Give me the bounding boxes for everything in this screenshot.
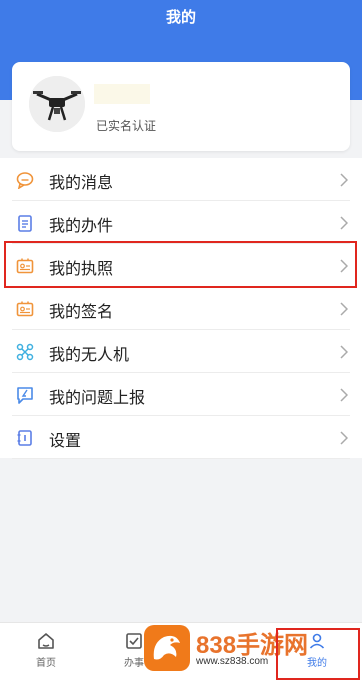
page-title: 我的 xyxy=(165,9,196,26)
chevron-right-icon xyxy=(340,302,348,316)
home-icon xyxy=(38,633,54,649)
checkbox-icon xyxy=(126,633,142,649)
menu-item-label: 设置 xyxy=(49,433,82,450)
watermark: 838手游网 www.sz838.com xyxy=(142,623,342,678)
avatar[interactable] xyxy=(29,76,85,132)
menu-item-label: 我的执照 xyxy=(49,261,114,278)
report-icon xyxy=(17,387,33,404)
user-name-placeholder xyxy=(94,84,150,104)
signature-icon xyxy=(16,301,34,317)
chevron-right-icon xyxy=(340,431,348,445)
menu-item-label: 我的无人机 xyxy=(49,347,130,364)
menu-item-label: 我的办件 xyxy=(49,218,114,235)
drone-icon xyxy=(16,343,34,361)
chevron-right-icon xyxy=(340,345,348,359)
menu-item-signature[interactable]: 我的签名 xyxy=(0,287,362,330)
chevron-right-icon xyxy=(340,173,348,187)
menu-item-settings[interactable]: 设置 xyxy=(0,416,362,459)
tab-home-label: 首页 xyxy=(36,658,56,669)
verification-status: 已实名认证 xyxy=(96,119,157,133)
profile-card[interactable]: 已实名认证 xyxy=(12,62,350,151)
divider xyxy=(12,458,350,459)
document-icon xyxy=(18,215,32,232)
chevron-right-icon xyxy=(340,388,348,402)
chevron-right-icon xyxy=(340,259,348,273)
message-icon xyxy=(16,172,34,189)
menu-item-report[interactable]: 我的问题上报 xyxy=(0,373,362,416)
tab-work-label: 办事 xyxy=(124,658,144,669)
settings-icon xyxy=(17,430,32,446)
license-icon xyxy=(16,258,34,274)
chevron-right-icon xyxy=(340,216,348,230)
menu-item-cases[interactable]: 我的办件 xyxy=(0,201,362,244)
menu-item-license[interactable]: 我的执照 xyxy=(0,244,362,287)
dragon-logo-icon xyxy=(144,625,190,671)
menu-item-label: 我的问题上报 xyxy=(49,390,146,407)
tab-home[interactable]: 首页 xyxy=(21,631,71,669)
menu-item-label: 我的签名 xyxy=(49,304,114,321)
menu-list: 我的消息 我的办件 我的执照 我的签名 我的无人机 我的问题上报 设置 xyxy=(0,158,362,459)
menu-item-messages[interactable]: 我的消息 xyxy=(0,158,362,201)
menu-item-label: 我的消息 xyxy=(49,175,114,192)
watermark-url: www.sz838.com xyxy=(196,656,269,667)
drone-avatar-icon xyxy=(29,76,85,132)
watermark-brand: 838手游网 xyxy=(196,632,309,659)
menu-item-drones[interactable]: 我的无人机 xyxy=(0,330,362,373)
